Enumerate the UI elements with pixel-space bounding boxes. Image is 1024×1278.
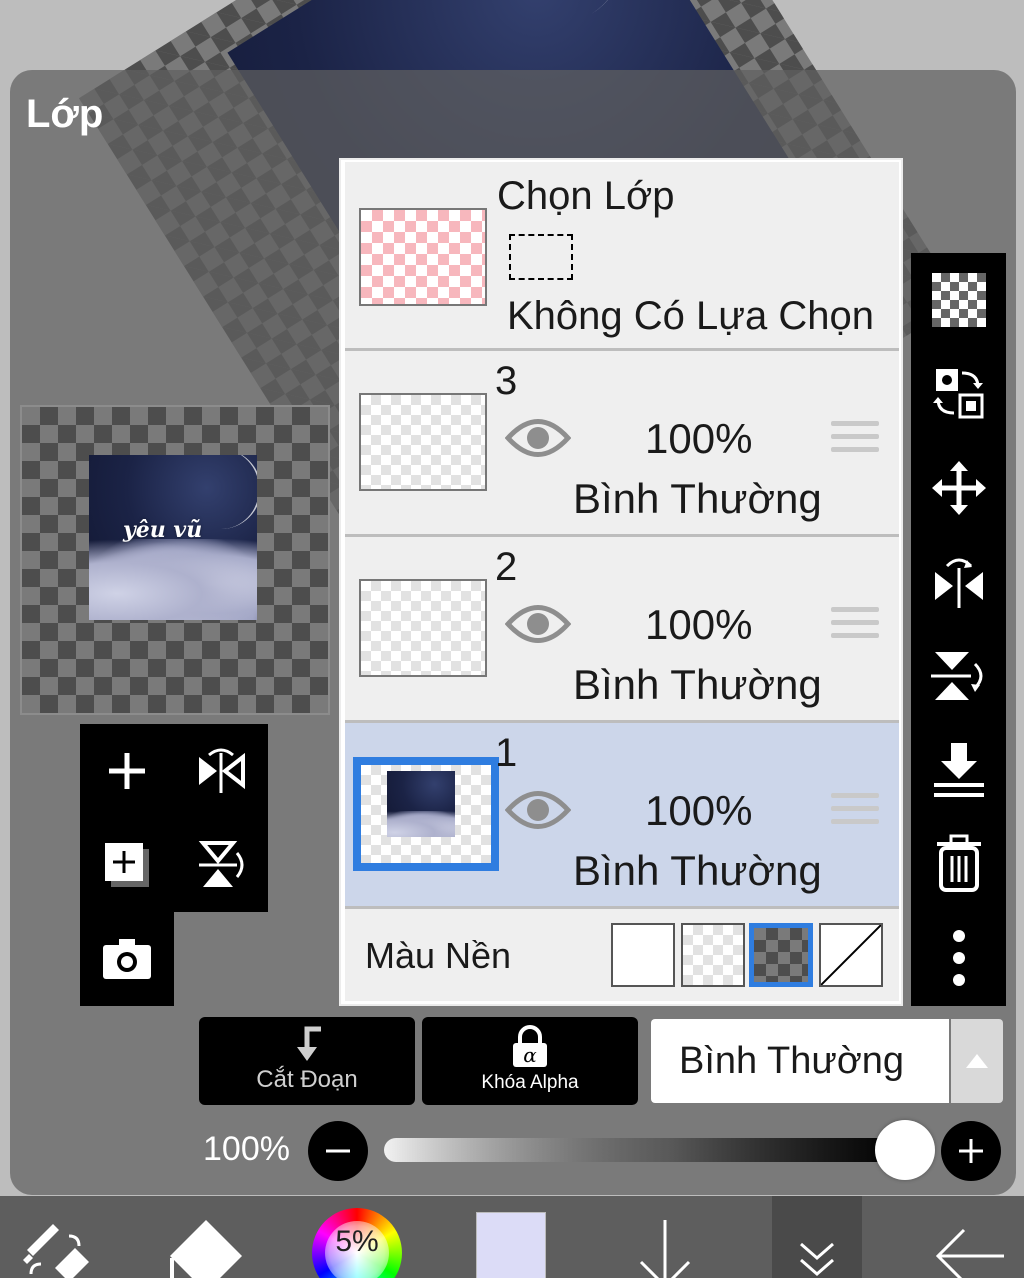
selection-layer-row[interactable]: Chọn Lớp Không Có Lựa Chọn <box>345 162 899 348</box>
selection-marquee-icon <box>509 234 573 280</box>
back-arrow-icon[interactable] <box>932 1196 1008 1278</box>
current-color-swatch[interactable] <box>476 1212 546 1278</box>
transparency-icon[interactable] <box>911 253 1006 346</box>
layer-row[interactable]: 2 100% Bình Thường <box>345 537 899 720</box>
alpha-lock-label: Khóa Alpha <box>481 1072 579 1093</box>
add-layer-icon[interactable] <box>80 724 174 818</box>
flip-vertical-icon[interactable] <box>911 629 1006 722</box>
merge-down-icon[interactable] <box>911 723 1006 816</box>
bottom-toolbar: 5% <box>0 1196 1024 1278</box>
layer-number: 3 <box>495 359 518 403</box>
move-icon[interactable] <box>911 441 1006 534</box>
layer-opacity: 100% <box>645 601 753 648</box>
drag-handle-icon[interactable] <box>831 793 879 832</box>
blend-mode-arrow-icon[interactable] <box>951 1019 1003 1103</box>
layer-row[interactable]: 3 100% Bình Thường <box>345 351 899 534</box>
flip-horizontal-icon[interactable] <box>911 535 1006 628</box>
brush-eraser-icon[interactable] <box>18 1196 92 1278</box>
layer-thumbnail <box>359 393 487 491</box>
right-toolbar <box>911 253 1006 1006</box>
clip-arrow-icon <box>297 1026 321 1061</box>
selection-title: Chọn Lớp <box>497 174 675 218</box>
more-icon[interactable] <box>911 911 1006 1004</box>
camera-icon[interactable] <box>80 912 174 1006</box>
minus-icon <box>326 1149 350 1153</box>
layer-number: 1 <box>495 731 518 775</box>
layer-preview: yêu vũ <box>20 405 330 715</box>
blend-mode-select[interactable]: Bình Thường <box>651 1019 949 1103</box>
layer-blend-mode: Bình Thường <box>573 661 822 708</box>
opacity-increase-button[interactable] <box>941 1121 1001 1181</box>
brush-size-label: 5% <box>325 1221 389 1278</box>
layer-blend-mode: Bình Thường <box>573 847 822 894</box>
selection-thumbnail <box>359 208 487 306</box>
layer-thumbnail <box>359 579 487 677</box>
flip-horizontal-icon[interactable] <box>174 724 268 818</box>
layer-opacity: 100% <box>645 787 753 834</box>
layer-list: Chọn Lớp Không Có Lựa Chọn 3 100% Bình T… <box>339 158 903 1006</box>
layers-toggle-button[interactable] <box>772 1196 862 1278</box>
plus-icon <box>959 1139 983 1163</box>
duplicate-layer-icon[interactable] <box>80 818 174 912</box>
clip-label: Cắt Đoạn <box>256 1066 358 1093</box>
chevron-double-down-icon <box>800 1242 834 1276</box>
background-none-swatch[interactable] <box>819 923 883 987</box>
clip-button[interactable]: Cắt Đoạn <box>199 1017 415 1105</box>
panel-title: Lớp <box>26 92 104 136</box>
color-wheel-icon[interactable]: 5% <box>312 1208 402 1278</box>
flip-vertical-icon[interactable] <box>174 818 268 912</box>
trash-icon[interactable] <box>911 817 1006 910</box>
layer-opacity: 100% <box>645 415 753 462</box>
opacity-value: 100% <box>203 1130 290 1168</box>
layer-number: 2 <box>495 545 518 589</box>
opacity-slider-knob[interactable] <box>875 1120 935 1180</box>
left-toolbar <box>80 724 268 1006</box>
background-checker-light-swatch[interactable] <box>681 923 745 987</box>
selection-status: Không Có Lựa Chọn <box>507 294 875 338</box>
alpha-lock-button[interactable]: α Khóa Alpha <box>422 1017 638 1105</box>
layer-row-selected[interactable]: 1 100% Bình Thường <box>345 723 899 906</box>
eraser-icon[interactable] <box>166 1196 246 1278</box>
opacity-decrease-button[interactable] <box>308 1121 368 1181</box>
background-checker-dark-swatch[interactable] <box>749 923 813 987</box>
drag-handle-icon[interactable] <box>831 607 879 646</box>
drag-handle-icon[interactable] <box>831 421 879 460</box>
layer-thumbnail <box>353 757 499 871</box>
svg-text:α: α <box>523 1043 537 1067</box>
eye-icon[interactable] <box>504 415 572 466</box>
preview-artwork: yêu vũ <box>89 455 257 620</box>
background-white-swatch[interactable] <box>611 923 675 987</box>
background-color-label: Màu Nền <box>365 935 512 976</box>
eye-icon[interactable] <box>504 601 572 652</box>
eye-icon[interactable] <box>504 787 572 838</box>
preview-artwork-text: yêu vũ <box>123 517 203 543</box>
alpha-lock-icon: α <box>513 1025 547 1067</box>
layer-blend-mode: Bình Thường <box>573 475 822 522</box>
swap-icon[interactable] <box>911 347 1006 440</box>
opacity-slider-track[interactable] <box>384 1138 904 1162</box>
download-arrow-icon[interactable] <box>630 1196 700 1278</box>
background-color-row: Màu Nền <box>345 909 899 1001</box>
